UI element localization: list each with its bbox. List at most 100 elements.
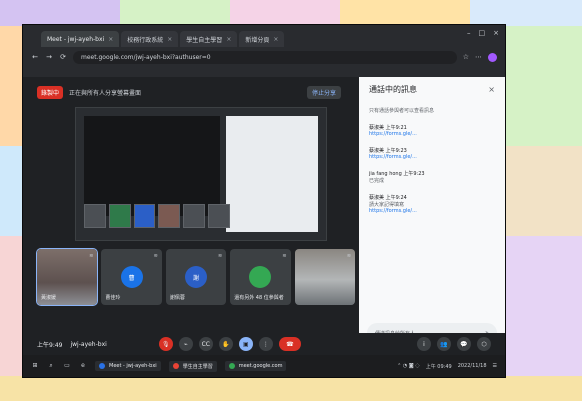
- browser-chrome: Meet - jwj-ayeh-bxi × 校務行政系統 × 學生自主學習 × …: [23, 25, 505, 77]
- browser-tab[interactable]: 學生自主學習 ×: [180, 31, 238, 47]
- participant-name: 黃淑媛: [41, 295, 57, 301]
- participant-tile[interactable]: ≋: [294, 249, 356, 305]
- thumbnail: [158, 204, 181, 228]
- meet-controls-bar: 上午9:49 jwj-ayeh-bxi 🎙 ⌁ CC ✋ ▣ ⋮ ☎ i 👥 💬…: [23, 333, 505, 355]
- recording-indicator: 錄製中: [37, 85, 64, 99]
- extensions-icon[interactable]: ⋯: [475, 53, 482, 61]
- projected-screen: Meet - jwj-ayeh-bxi × 校務行政系統 × 學生自主學習 × …: [22, 24, 506, 378]
- raise-hand-icon[interactable]: ✋: [218, 337, 233, 351]
- more-options-icon[interactable]: ⋮: [258, 337, 273, 351]
- reload-icon[interactable]: ⟳: [59, 53, 67, 61]
- presentation-title: 正在與所有人分享螢幕畫面: [69, 89, 142, 97]
- chat-message: 蔡淑美 上午9:23 https://forms.gle/...: [369, 147, 495, 160]
- tab-label: 學生自主學習: [186, 36, 223, 44]
- mic-toggle-icon[interactable]: 🎙: [158, 337, 173, 351]
- info-icon[interactable]: i: [417, 337, 431, 351]
- meeting-time: 上午9:49: [37, 341, 63, 349]
- mic-icon: ≋: [89, 253, 94, 259]
- captions-icon[interactable]: CC: [198, 337, 213, 351]
- participant-avatar: 謝: [185, 266, 208, 288]
- mic-icon: ≋: [218, 253, 223, 259]
- minimize-icon[interactable]: –: [467, 29, 471, 37]
- window-controls: – □ ×: [467, 29, 499, 37]
- message-link[interactable]: https://forms.gle/...: [369, 131, 495, 137]
- browser-tabs: Meet - jwj-ayeh-bxi × 校務行政系統 × 學生自主學習 × …: [23, 25, 505, 47]
- search-icon[interactable]: ⌕: [47, 362, 55, 370]
- close-tab-icon[interactable]: ×: [273, 36, 278, 43]
- participant-tiles: 黃淑媛 ≋ 曹 曹佳玲 ≋ 謝 謝佩蓉 ≋ 還有另外 48 位參與者 ≋ ≋: [35, 248, 356, 306]
- message-meta: 蔡淑美 上午9:24: [369, 195, 407, 201]
- participant-tile[interactable]: 曹 曹佳玲 ≋: [101, 249, 162, 305]
- system-tray: ⌃ ◔ ◙ ◌ 上午 09:49 2022/11/18 ☰: [397, 363, 497, 370]
- chat-messages: 只有通話參與者可以查看訊息 蔡淑美 上午9:21 https://forms.g…: [359, 103, 505, 313]
- stop-presenting-button[interactable]: 停止分享: [306, 85, 341, 99]
- url-text: meet.google.com/jwj-ayeh-bxi?authuser=0: [81, 53, 211, 61]
- mic-icon: ≋: [153, 253, 158, 259]
- windows-start-icon[interactable]: ⊞: [31, 362, 39, 370]
- taskbar-app[interactable]: Meet - jwj-ayeh-bxi: [95, 361, 161, 371]
- chat-message: 蔡淑美 上午9:24 請大家記得填寫 https://forms.gle/...: [369, 194, 495, 214]
- clock-time: 上午 09:49: [425, 363, 452, 370]
- thumbnail: [208, 204, 230, 228]
- profile-avatar[interactable]: [488, 52, 497, 62]
- chat-panel: 通話中的訊息 × 只有通話參與者可以查看訊息 蔡淑美 上午9:21 https:…: [359, 77, 505, 355]
- chat-message: 只有通話參與者可以查看訊息: [369, 107, 495, 114]
- task-view-icon[interactable]: ▭: [63, 362, 71, 370]
- taskbar-app-label: Meet - jwj-ayeh-bxi: [109, 363, 157, 369]
- message-text: 只有通話參與者可以查看訊息: [369, 108, 435, 114]
- message-link[interactable]: https://forms.gle/...: [369, 208, 495, 214]
- message-meta: jia fang hong 上午9:23: [369, 171, 425, 177]
- message-text: 請大家記得填寫: [369, 202, 405, 208]
- message-meta: 蔡淑美 上午9:23: [369, 148, 407, 154]
- back-icon[interactable]: ←: [31, 53, 39, 61]
- right-controls: i 👥 💬 ⬡: [417, 337, 491, 351]
- camera-toggle-icon[interactable]: ⌁: [178, 337, 193, 351]
- taskbar-app[interactable]: 學生自主學習: [168, 360, 217, 372]
- star-icon[interactable]: ☆: [463, 53, 469, 61]
- message-link[interactable]: https://forms.gle/...: [369, 154, 495, 160]
- browser-tab[interactable]: 新增分頁 ×: [239, 31, 285, 47]
- close-window-icon[interactable]: ×: [493, 29, 499, 37]
- tab-label: Meet - jwj-ayeh-bxi: [47, 35, 105, 43]
- maximize-icon[interactable]: □: [479, 29, 486, 37]
- edge-icon[interactable]: e: [79, 362, 87, 370]
- participant-tile[interactable]: 黃淑媛 ≋: [35, 248, 99, 306]
- participant-tile[interactable]: 還有另外 48 位參與者 ≋: [230, 249, 291, 305]
- message-text: 已完成: [369, 178, 385, 184]
- close-tab-icon[interactable]: ×: [108, 36, 113, 43]
- thumbnail: [84, 204, 106, 228]
- shared-screen-content: [84, 116, 220, 216]
- tab-label: 新增分頁: [245, 36, 270, 44]
- windows-taskbar: ⊞ ⌕ ▭ e Meet - jwj-ayeh-bxi 學生自主學習 meet.…: [23, 355, 505, 377]
- close-tab-icon[interactable]: ×: [167, 36, 172, 43]
- app-icon: [172, 363, 179, 369]
- mic-icon: ≋: [346, 253, 352, 259]
- app-icon: [228, 363, 235, 369]
- message-meta: 蔡淑美 上午9:21: [369, 125, 407, 131]
- forward-icon[interactable]: →: [45, 53, 53, 61]
- present-icon[interactable]: ▣: [238, 337, 253, 351]
- browser-tab[interactable]: 校務行政系統 ×: [121, 31, 179, 47]
- people-icon[interactable]: 👥: [437, 337, 451, 351]
- activities-icon[interactable]: ⬡: [477, 337, 491, 351]
- omnibox[interactable]: meet.google.com/jwj-ayeh-bxi?authuser=0: [73, 50, 457, 64]
- browser-tab[interactable]: Meet - jwj-ayeh-bxi ×: [41, 31, 120, 47]
- meet-stage: 錄製中 正在與所有人分享螢幕畫面 停止分享 黃淑媛 ≋ 曹 曹佳玲 ≋ 謝 謝佩…: [23, 77, 505, 355]
- tab-label: 校務行政系統: [127, 36, 164, 44]
- chat-icon[interactable]: 💬: [457, 337, 471, 351]
- thumbnail: [108, 204, 131, 228]
- participant-avatar: 曹: [120, 266, 143, 288]
- leave-call-button[interactable]: ☎: [278, 337, 301, 351]
- participant-name: 謝佩蓉: [169, 295, 185, 301]
- participant-name: 曹佳玲: [105, 295, 121, 301]
- taskbar-app-label: meet.google.com: [238, 363, 283, 369]
- close-chat-icon[interactable]: ×: [488, 85, 495, 94]
- address-bar-row: ← → ⟳ meet.google.com/jwj-ayeh-bxi?authu…: [23, 49, 505, 65]
- mic-icon: ≋: [282, 253, 287, 259]
- taskbar-app-label: 學生自主學習: [182, 363, 213, 370]
- participant-tile[interactable]: 謝 謝佩蓉 ≋: [165, 249, 227, 305]
- notifications-icon[interactable]: ☰: [493, 363, 497, 369]
- close-tab-icon[interactable]: ×: [226, 36, 231, 43]
- taskbar-app[interactable]: meet.google.com: [224, 361, 287, 371]
- clock-date: 2022/11/18: [457, 363, 487, 369]
